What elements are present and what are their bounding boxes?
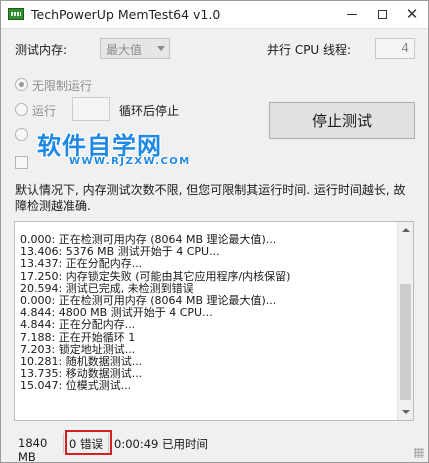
chevron-up-icon <box>401 228 410 232</box>
window-title: TechPowerUp MemTest64 v1.0 <box>31 7 221 22</box>
errors-highlight-box <box>65 430 112 455</box>
stop-test-button[interactable]: 停止测试 <box>269 102 415 139</box>
log-line: 17.250: 内存锁定失败 (可能由其它应用程序/内核保留) <box>20 269 291 283</box>
log-scrollbar[interactable] <box>397 222 413 420</box>
loop-count-input[interactable] <box>72 97 110 121</box>
test-memory-label: 测试内存: <box>15 43 68 57</box>
run-loops-label: 运行 <box>32 104 57 118</box>
test-memory-value: 最大值 <box>106 43 143 57</box>
watermark-url: WWW.RJZXW.COM <box>69 156 191 167</box>
log-line: 7.188: 正在开始循环 1 <box>20 330 136 344</box>
maximize-icon <box>377 10 387 19</box>
maximize-button[interactable] <box>367 1 397 28</box>
run-unlimited-label: 无限制运行 <box>32 79 93 93</box>
option-checkbox[interactable] <box>15 156 28 169</box>
chevron-down-icon <box>157 46 165 51</box>
cpu-threads-input[interactable]: 4 <box>375 38 415 59</box>
memtest-window: TechPowerUp MemTest64 v1.0 ✕ 测试内存: 最大值 并… <box>0 0 429 463</box>
description-text: 默认情况下, 内存测试次数不限, 但您可限制其运行时间. 运行时间越长, 故障检… <box>15 183 406 213</box>
log-lines: 0.000: 正在检测可用内存 (8064 MB 理论最大值)... 13.406… <box>20 233 291 393</box>
close-button[interactable]: ✕ <box>397 1 427 28</box>
close-icon: ✕ <box>405 5 419 23</box>
status-elapsed: 0:00:49 已用时间 <box>114 437 208 451</box>
run-timed-radio[interactable] <box>15 128 28 141</box>
loop-suffix-label: 循环后停止 <box>119 104 180 118</box>
minimize-button[interactable] <box>337 1 367 28</box>
chevron-down-icon <box>401 410 410 414</box>
scroll-down-button[interactable] <box>398 404 413 420</box>
log-line: 4.844: 正在分配内存... <box>20 318 136 332</box>
test-memory-select[interactable]: 最大值 <box>100 38 170 59</box>
scroll-thumb[interactable] <box>400 284 411 400</box>
scroll-up-button[interactable] <box>398 222 413 238</box>
run-unlimited-radio[interactable] <box>15 78 28 91</box>
run-loops-radio[interactable] <box>15 103 28 116</box>
status-memory: 1840 MB <box>18 433 64 462</box>
resize-grip-icon[interactable] <box>414 448 424 458</box>
title-bar[interactable]: TechPowerUp MemTest64 v1.0 ✕ <box>1 1 428 29</box>
cpu-threads-label: 并行 CPU 线程: <box>267 43 352 57</box>
log-line: 15.047: 位模式测试... <box>20 379 132 393</box>
memory-chip-icon <box>8 8 24 20</box>
log-line: 13.437: 正在分配内存... <box>20 257 143 271</box>
log-output[interactable]: 0.000: 正在检测可用内存 (8064 MB 理论最大值)... 13.406… <box>14 221 414 421</box>
minimize-icon <box>347 14 357 15</box>
